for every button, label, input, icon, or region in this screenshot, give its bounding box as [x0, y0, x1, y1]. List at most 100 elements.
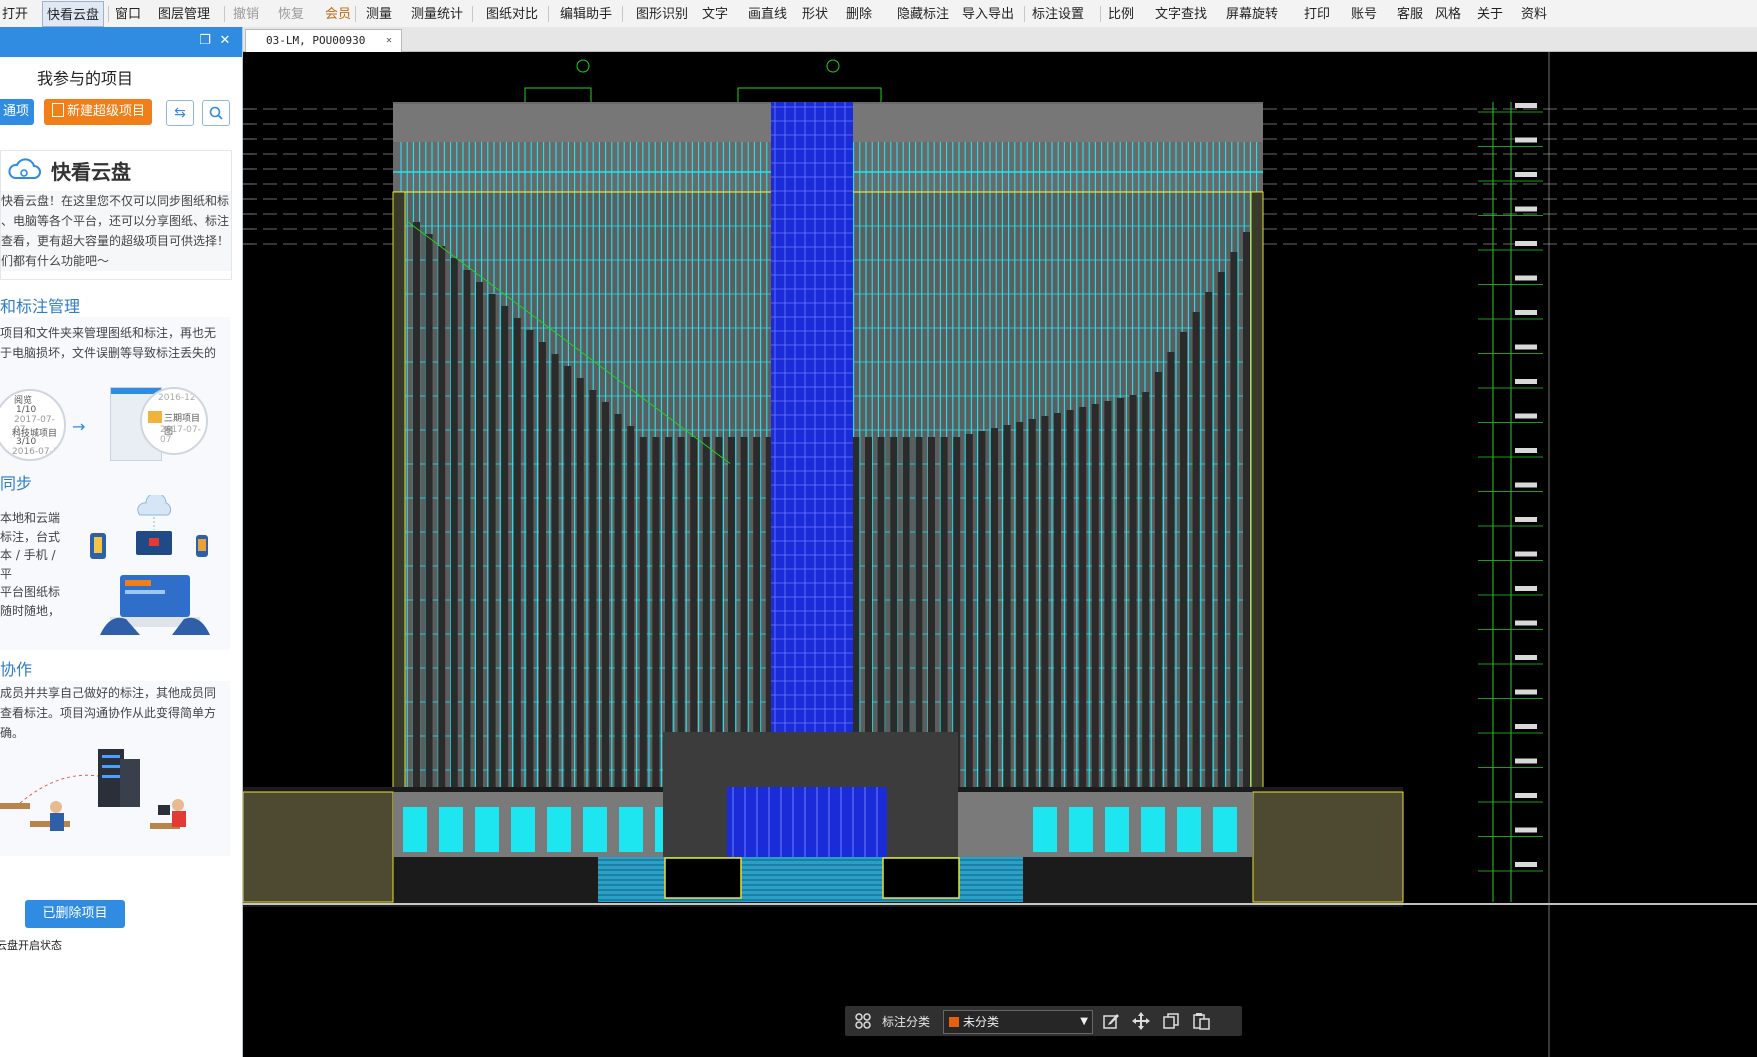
level-label: [1515, 689, 1537, 695]
menu-item[interactable]: 测量统计: [411, 4, 463, 26]
pier-right: [1167, 352, 1175, 802]
menu-item[interactable]: 屏幕旋转: [1226, 4, 1278, 26]
menu-separator: [548, 6, 549, 22]
menu-item[interactable]: 风格: [1435, 4, 1461, 26]
shop-window: [583, 807, 607, 852]
pier-right: [1091, 404, 1099, 802]
tab-close-icon[interactable]: ✕: [386, 30, 392, 52]
arrow-right-icon: →: [72, 417, 86, 436]
drawing-canvas[interactable]: [243, 52, 1757, 1057]
menu-item[interactable]: 关于: [1477, 4, 1503, 26]
level-label: [1515, 724, 1537, 729]
podium-left-wing: [243, 791, 394, 903]
menu-item[interactable]: 导入导出: [962, 4, 1014, 26]
pier-right: [1028, 419, 1036, 802]
pier-left: [463, 270, 471, 802]
manage-desc: 项目和文件夹来管理图纸和标注，再也无 于电脑损坏，文件误删等导致标注丢失的: [0, 323, 216, 363]
copy-icon[interactable]: [1161, 1011, 1181, 1031]
menu-item[interactable]: 测量: [366, 4, 392, 26]
menu-item[interactable]: 打印: [1304, 4, 1330, 26]
sync-desc-line: 本地和云端: [0, 511, 61, 525]
sync-icon: ⇆: [174, 105, 186, 121]
menu-item[interactable]: 打开: [2, 4, 28, 26]
section-title-sync: 同步: [0, 474, 33, 493]
menu-item[interactable]: 窗口: [115, 4, 141, 26]
level-label: [1515, 379, 1537, 384]
menu-item[interactable]: 画直线: [748, 4, 787, 26]
restore-icon[interactable]: ❐: [198, 34, 212, 48]
cloud-title: 快看云盘: [51, 160, 131, 184]
search-button[interactable]: [202, 100, 230, 126]
cloud-desc-line: 们都有什么功能吧～: [1, 254, 110, 268]
edit-icon[interactable]: [1101, 1011, 1121, 1031]
grid-icon[interactable]: [853, 1011, 873, 1031]
manage-desc-line: 项目和文件夹来管理图纸和标注，再也无: [0, 326, 217, 340]
level-label: [1515, 206, 1537, 212]
menu-item[interactable]: 账号: [1351, 4, 1377, 26]
feature-intro-list[interactable]: 快看云盘 快看云盘！在这里您不仅可以同步图纸和标 、电脑等各个平台，还可以分享图…: [0, 150, 236, 930]
cad-elevation-drawing: [243, 52, 1757, 1057]
level-label: [1515, 517, 1537, 522]
pier-left: [476, 282, 483, 802]
menu-item[interactable]: 标注设置: [1032, 4, 1084, 26]
menu-item[interactable]: 客服: [1397, 4, 1423, 26]
common-project-button[interactable]: 通项目: [0, 99, 34, 145]
pier-right: [1180, 332, 1187, 802]
menu-item[interactable]: 图层管理: [158, 4, 210, 26]
menu-item[interactable]: 文字查找: [1155, 4, 1207, 26]
menu-item[interactable]: 撤销: [233, 4, 259, 26]
move-icon[interactable]: [1131, 1011, 1151, 1031]
menu-item[interactable]: 资料: [1521, 4, 1547, 26]
shop-window: [1069, 807, 1093, 852]
pier-right: [1041, 416, 1049, 802]
level-label: [1515, 310, 1537, 315]
menu-item[interactable]: 编辑助手: [560, 4, 612, 26]
pier-right: [1054, 413, 1061, 802]
illus-text: 2016-07-1: [12, 447, 59, 457]
collab-desc-line: 查看标注。项目沟通协作从此变得简单方: [0, 706, 217, 720]
pier-left: [551, 354, 559, 802]
category-label: 标注分类: [882, 1015, 931, 1029]
document-icon: [52, 103, 64, 117]
menu-item[interactable]: 会员: [325, 4, 351, 26]
new-super-project-button[interactable]: 新建超级项目: [44, 99, 152, 125]
pier-left: [589, 390, 597, 802]
category-color-swatch: [949, 1017, 959, 1027]
menu-separator: [355, 6, 356, 22]
level-label: [1515, 827, 1537, 833]
category-value: 未分类: [963, 1015, 1000, 1029]
pier-left: [652, 437, 660, 802]
level-label: [1515, 172, 1537, 177]
shop-window: [547, 807, 571, 852]
paste-icon[interactable]: [1191, 1011, 1211, 1031]
category-select[interactable]: 未分类 ▼: [943, 1010, 1093, 1034]
pier-right: [1117, 398, 1124, 802]
deleted-projects-button[interactable]: 已删除项目: [25, 900, 125, 928]
menu-item[interactable]: 比例: [1108, 4, 1134, 26]
close-icon[interactable]: ✕: [218, 34, 232, 48]
cloud-status-text: 云盘开启状态: [0, 939, 62, 952]
menu-item[interactable]: 恢复: [278, 4, 304, 26]
menu-item[interactable]: 隐藏标注: [897, 4, 949, 26]
cloud-desc-line: 、电脑等各个平台，还可以分享图纸、标注: [1, 214, 230, 228]
level-label: [1515, 103, 1537, 108]
menu-item[interactable]: 形状: [802, 4, 828, 26]
menu-item[interactable]: 文字: [702, 4, 728, 26]
menu-item[interactable]: 删除: [846, 4, 872, 26]
pier-right: [1129, 395, 1137, 802]
podium-right-wing: [1252, 791, 1404, 903]
pier-right: [978, 431, 986, 802]
document-tab-label: 03-LM, POU00930: [266, 34, 366, 47]
shop-window: [439, 807, 463, 852]
menu-item[interactable]: 快看云盘: [42, 1, 105, 27]
collab-desc-line: 成员并共享自己做好的标注，其他成员同: [0, 686, 217, 700]
menu-item[interactable]: 图形识别: [636, 4, 688, 26]
level-label: [1515, 862, 1537, 867]
menu-item[interactable]: 图纸对比: [486, 4, 538, 26]
sync-button[interactable]: ⇆: [166, 100, 194, 126]
planter: [882, 857, 960, 899]
level-label: [1515, 413, 1537, 419]
document-tab[interactable]: 03-LM, POU00930 ✕: [245, 29, 402, 52]
axis-marker: [576, 59, 590, 73]
collab-desc: 成员并共享自己做好的标注，其他成员同 查看标注。项目沟通协作从此变得简单方 确。: [0, 683, 216, 743]
